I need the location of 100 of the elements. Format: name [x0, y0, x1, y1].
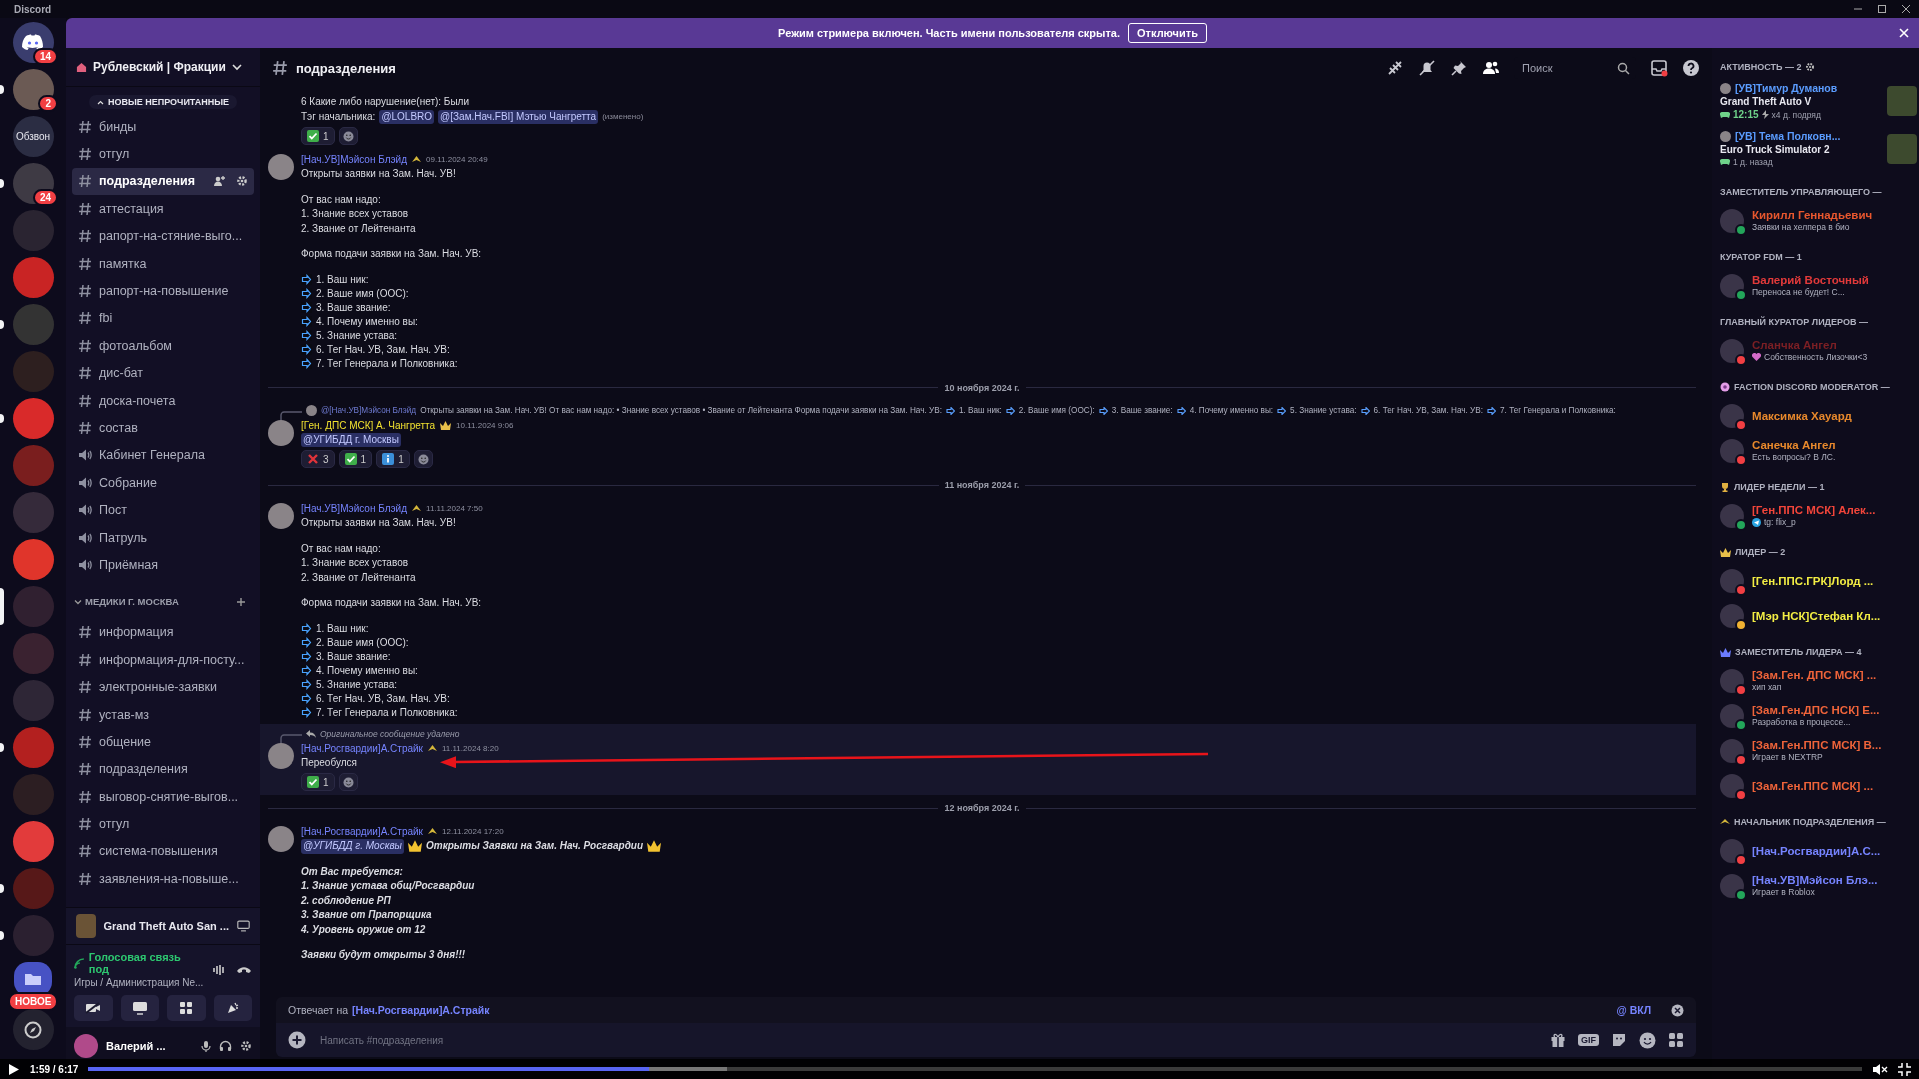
activity-card[interactable]: [УВ] Тема Полковн... Euro Truck Simulator 2 1 д. назад	[1720, 126, 1919, 173]
author-name[interactable]: [Ген. ДПС МСК] А. Чангретта	[301, 419, 436, 431]
member-item[interactable]: Валерий Восточный Переноса не будет! С...	[1720, 268, 1919, 303]
channel-item[interactable]: Кабинет Генерала	[72, 441, 254, 470]
member-item[interactable]: [Зам.Ген.ППС МСК] В... Играет в NEXTRP	[1720, 733, 1919, 768]
avatar[interactable]	[267, 742, 294, 769]
reply-preview-text[interactable]: 6. Тег Нач. УВ, Зам. Нач. УВ:	[1373, 406, 1484, 415]
maximize-icon[interactable]	[1877, 4, 1887, 14]
mention-link[interactable]: @УГИБДД г. Москвы	[301, 432, 401, 447]
chevron-icon[interactable]	[74, 597, 82, 606]
noise-suppression-icon[interactable]	[212, 963, 226, 976]
author-name[interactable]: [Нач.УВ]Мэйсон Блэйд	[301, 503, 408, 514]
mention-link[interactable]: @LOLBRO	[379, 109, 435, 124]
fullscreen-exit-icon[interactable]	[1898, 1062, 1911, 1076]
member-item[interactable]: Санечка Ангел Есть вопросы? В ЛС.	[1720, 433, 1919, 468]
channel-item[interactable]: подразделения	[72, 755, 254, 783]
mention-toggle[interactable]: @ ВКЛ	[1616, 1004, 1651, 1016]
volume-muted-icon[interactable]	[1872, 1062, 1888, 1076]
reaction-button[interactable]: 3	[301, 450, 335, 468]
emoji-icon[interactable]	[1639, 1031, 1656, 1049]
gift-icon[interactable]	[1550, 1032, 1566, 1048]
channel-item[interactable]: подразделения	[72, 167, 254, 196]
author-name[interactable]: [Нач.УВ]Мэйсон Блэйд	[301, 154, 408, 165]
screen-share-button[interactable]	[120, 995, 159, 1021]
reaction-button[interactable]: 1	[301, 773, 335, 791]
reaction-button[interactable]: 1	[376, 450, 410, 468]
server-icon[interactable]	[12, 163, 54, 204]
sticker-icon[interactable]	[1611, 1032, 1627, 1048]
reply-preview-text[interactable]: Открыты заявки на Зам. Нач. УВ! От вас нам надо: • Знание всех уставов • Звание от Лейтенанта Форма подачи заявки на Зам. Нач. УВ:	[420, 406, 942, 415]
member-item[interactable]: Сланчка Ангел Собственность Лизочки<3	[1720, 333, 1919, 368]
channel-item[interactable]: Патруль	[72, 523, 254, 552]
activities-button[interactable]	[167, 995, 206, 1021]
avatar[interactable]	[267, 826, 294, 852]
reply-preview-text[interactable]: 7. Тег Генерала и Полковника:	[1500, 406, 1616, 415]
reaction-button[interactable]: 1	[338, 450, 373, 468]
plus-icon[interactable]	[236, 596, 246, 607]
explore-button[interactable]	[12, 1009, 54, 1050]
channel-item[interactable]: состав	[72, 414, 254, 442]
add-reaction-button[interactable]	[413, 450, 433, 468]
avatar[interactable]	[267, 419, 294, 446]
mention-link[interactable]: @[Зам.Нач.FBI] Мэтью Чангретта	[438, 109, 599, 124]
activity-card[interactable]: [УВ]Тимур Думанов Grand Theft Auto V 12:15 x4 д. подряд	[1720, 78, 1919, 126]
channel-item[interactable]: памятка	[72, 249, 254, 278]
author-name[interactable]: [Нач.Росгвардии]А.Страйк	[301, 826, 423, 837]
member-item[interactable]: [Зам.Ген. ДПС МСК] ... хип хап	[1720, 663, 1919, 698]
disconnect-icon[interactable]	[236, 964, 252, 975]
channel-item[interactable]: устав-мз	[72, 700, 254, 729]
new-unread-pill[interactable]: НОВЫЕ НЕПРОЧИТАННЫЕ	[88, 95, 238, 109]
channel-item[interactable]: рапорт-на-повышение	[72, 277, 254, 305]
member-item[interactable]: Кирилл Геннадьевич Заявки на хелпера в био	[1720, 203, 1919, 238]
category-title[interactable]: МЕДИКИ Г. МОСКВА	[85, 596, 179, 608]
channel-item[interactable]: система-повышения	[72, 837, 254, 866]
channel-item[interactable]: отгул	[72, 140, 254, 168]
voice-location[interactable]: Игры / Администрация Ne...	[74, 977, 202, 988]
member-item[interactable]: [Ген.ППС.ГРК]Лорд ...	[1720, 563, 1919, 598]
close-icon[interactable]	[1671, 1003, 1684, 1017]
channel-item[interactable]: Пост	[72, 496, 254, 524]
settings-icon[interactable]	[240, 1040, 252, 1052]
soundboard-button[interactable]	[213, 995, 252, 1021]
channel-item[interactable]: рапорт-на-стяние-выго...	[72, 222, 254, 250]
play-icon[interactable]	[8, 1062, 20, 1076]
channel-item[interactable]: электронные-заявки	[72, 673, 254, 701]
server-icon[interactable]: Обзвон	[12, 116, 54, 157]
reply-preview-text[interactable]: 2. Ваше имя (OOC):	[1018, 406, 1095, 415]
member-item[interactable]: [Зам.Ген.ППС МСК] ...	[1720, 768, 1919, 803]
plus-icon[interactable]	[288, 1031, 306, 1049]
reaction-button[interactable]: 1	[301, 127, 335, 145]
home-button[interactable]	[12, 22, 54, 63]
members-icon[interactable]	[1482, 59, 1500, 77]
stream-icon[interactable]	[237, 919, 250, 933]
channel-item[interactable]: Приёмная	[72, 551, 254, 579]
channel-item[interactable]: информация-для-посту...	[72, 646, 254, 674]
add-reaction-button[interactable]	[338, 773, 358, 791]
microphone-icon[interactable]	[201, 1039, 211, 1053]
reply-preview-text[interactable]: 1. Ваш ник:	[958, 406, 1002, 415]
member-item[interactable]: Максимка Хауард	[1720, 398, 1919, 433]
member-item[interactable]: [Нач.Росгвардии]А.С...	[1720, 833, 1919, 868]
member-item[interactable]: [Зам.Ген.ДПС НСК] Е... Разработка в процессе...	[1720, 698, 1919, 733]
reply-target[interactable]: [Нач.Росгвардии]А.Страйк	[352, 1004, 490, 1016]
member-item[interactable]: [Нач.УВ]Мэйсон Блэ... Играет в Roblox	[1720, 868, 1919, 903]
channel-item[interactable]: общение	[72, 728, 254, 756]
apps-icon[interactable]	[1668, 1032, 1684, 1048]
disable-button[interactable]: Отключить	[1128, 23, 1207, 43]
pin-icon[interactable]	[1450, 59, 1468, 77]
channel-item[interactable]: выговор-снятие-выгов...	[72, 783, 254, 811]
user-avatar[interactable]	[74, 1034, 98, 1058]
search-field[interactable]: Поиск	[1520, 61, 1617, 75]
camera-button[interactable]	[74, 995, 113, 1021]
avatar[interactable]	[267, 503, 294, 529]
reply-preview-text[interactable]: 5. Знание устава:	[1290, 406, 1357, 415]
avatar[interactable]	[267, 154, 294, 180]
invite-icon[interactable]	[213, 175, 225, 188]
help-icon[interactable]	[1682, 59, 1700, 77]
settings-icon[interactable]	[1805, 62, 1816, 72]
headphones-icon[interactable]	[219, 1040, 232, 1052]
channel-item[interactable]: информация	[72, 618, 254, 647]
reply-preview-text[interactable]: 4. Почему именно вы:	[1189, 406, 1274, 415]
member-item[interactable]: [Ген.ППС МСК] Алек... tg: flix_p	[1720, 498, 1919, 533]
message-input[interactable]: Написать #подразделения GIF	[276, 1023, 1696, 1057]
channel-item[interactable]: аттестация	[72, 195, 254, 223]
